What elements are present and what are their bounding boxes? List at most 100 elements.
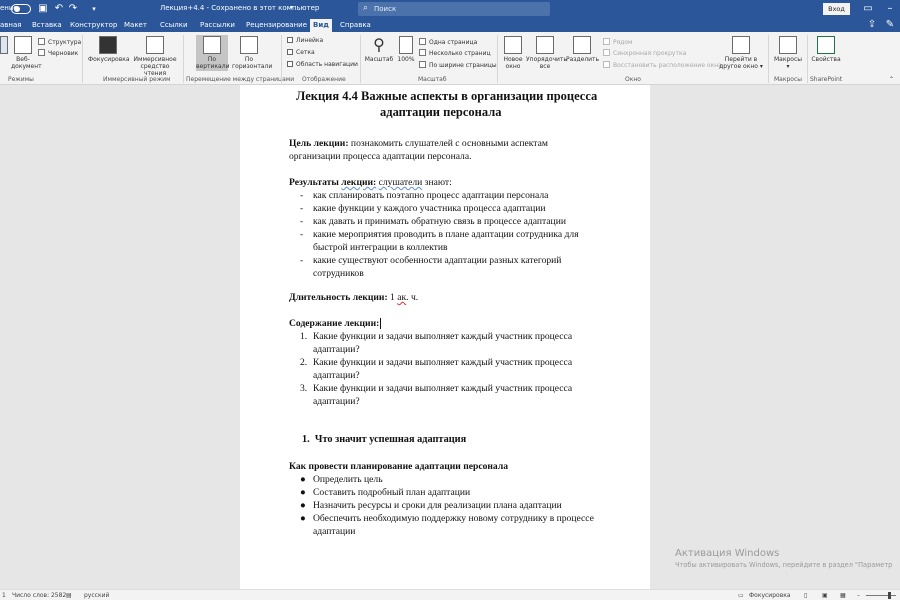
outline-button[interactable]: Структура (38, 38, 81, 46)
group-label-show: Отображение (302, 76, 346, 83)
group-label-sharepoint: SharePoint (810, 76, 843, 83)
results-list-item: какие существуют особенности адаптации р… (313, 255, 562, 266)
page-indicator[interactable]: 1 (2, 592, 6, 599)
content-list-marker: 3. (300, 383, 308, 394)
tab-insert[interactable]: Вставка (32, 21, 62, 29)
grid-checkbox[interactable]: Сетка (287, 49, 315, 56)
results-list-item: сотрудников (313, 268, 364, 279)
page-width-button[interactable]: По ширине страницы (419, 61, 497, 69)
word-count[interactable]: Число слов: 2582 (12, 592, 66, 599)
web-layout-button[interactable]: Веб- документ (11, 36, 42, 70)
results-list-marker: - (300, 216, 304, 227)
search-icon: ⌕ (363, 3, 369, 13)
proofing-icon[interactable]: ▤ (66, 592, 72, 599)
reset-position-button[interactable]: Восстановить расположение окна (603, 61, 722, 69)
content-list-item: адаптации? (313, 370, 360, 381)
nav-pane-checkbox[interactable]: Область навигации (287, 61, 358, 68)
content-list-item: Какие функции и задачи выполняет каждый … (313, 383, 573, 394)
macros-icon (779, 36, 797, 54)
read-mode-icon[interactable]: ▯ (804, 592, 807, 599)
results-list-marker: - (300, 255, 304, 266)
zoom-out-icon[interactable]: – (857, 592, 860, 599)
tab-mailings[interactable]: Рассылки (200, 21, 235, 29)
title-chevron-icon[interactable]: ▾ (290, 4, 293, 11)
zoom-100-icon (399, 36, 413, 54)
tab-help[interactable]: Справка (340, 21, 371, 29)
tab-layout[interactable]: Макет (124, 21, 147, 29)
arrange-all-icon (536, 36, 554, 54)
tab-home[interactable]: авная (0, 21, 22, 29)
macros-button[interactable]: Макросы ▾ (772, 36, 804, 70)
document-page[interactable]: Лекция 4.4 Важные аспекты в организации … (240, 85, 650, 590)
results-list-item: как спланировать поэтапно процесс адапта… (313, 190, 549, 201)
draft-button[interactable]: Черновик (38, 49, 78, 57)
arrange-all-button[interactable]: Упорядочить все (526, 36, 567, 70)
search-box[interactable]: ⌕ Поиск (358, 2, 550, 16)
content-list-item: адаптации? (313, 396, 360, 407)
new-window-button[interactable]: Новое окно (502, 36, 524, 70)
ribbon-display-icon[interactable]: ▭ (862, 3, 874, 15)
minimize-icon[interactable]: – (884, 3, 896, 15)
zoom-100-button[interactable]: 100% (396, 36, 416, 63)
collapse-ribbon-icon[interactable]: ⌃ (889, 76, 894, 83)
tab-view[interactable]: Вид (310, 19, 332, 32)
draft-icon (38, 49, 45, 56)
results-list-marker: - (300, 229, 304, 240)
ruler-checkbox[interactable]: Линейка (287, 37, 323, 44)
title-bar: ение ▣ ↶ ↷ ▾ Лекция+4.4 - Сохранено в эт… (0, 0, 900, 18)
sync-scroll-icon (603, 49, 610, 56)
vertical-button[interactable]: По вертикали (196, 35, 229, 71)
split-button[interactable]: Разделить (566, 36, 599, 63)
group-label-modes: Режимы (8, 76, 34, 83)
bullet-list-item: Назначить ресурсы и сроки для реализации… (313, 500, 562, 511)
results-heading: Результаты лекции: слушатели знают: (289, 177, 452, 188)
group-label-zoom: Масштаб (418, 76, 447, 83)
outline-icon (38, 38, 45, 45)
properties-button[interactable]: Свойства (811, 36, 841, 63)
doc-title-line2: адаптации персонала (380, 105, 502, 119)
sync-scroll-button[interactable]: Синхронная прокрутка (603, 49, 686, 57)
focus-mode-icon[interactable]: ▭ (738, 592, 744, 599)
one-page-button[interactable]: Одна страница (419, 38, 477, 46)
share-icon[interactable]: ⇪ (866, 19, 878, 31)
zoom-button[interactable]: ⚲ Масштаб (364, 36, 394, 64)
windows-activation-watermark: Активация Windows Чтобы активировать Win… (675, 548, 893, 569)
read-mode-button[interactable] (0, 36, 8, 56)
focus-mode-button[interactable]: Фокусировка (749, 592, 791, 599)
tab-review[interactable]: Рецензирование (246, 21, 307, 29)
page-width-icon (419, 61, 426, 68)
focus-button[interactable]: Фокусировка (88, 36, 130, 63)
document-title[interactable]: Лекция+4.4 - Сохранено в этот компьютер (160, 4, 319, 12)
side-by-side-button[interactable]: Рядом (603, 38, 633, 46)
bullet-list-marker: ● (300, 500, 306, 511)
save-icon[interactable]: ▣ (37, 3, 49, 15)
login-button[interactable]: Вход (823, 3, 850, 15)
tab-design[interactable]: Конструктор (70, 21, 117, 29)
multiple-pages-button[interactable]: Несколько страниц (419, 49, 491, 57)
one-page-icon (419, 38, 426, 45)
side-by-side-icon (603, 38, 610, 45)
results-list-item: быстрой интеграции в коллектив (313, 242, 448, 253)
bullet-list-marker: ● (300, 474, 306, 485)
comments-icon[interactable]: ✎ (884, 19, 896, 31)
zoom-slider-thumb[interactable] (888, 592, 891, 599)
results-list-item: как давать и принимать обратную связь в … (313, 216, 566, 227)
language-indicator[interactable]: русский (84, 592, 109, 599)
switch-windows-button[interactable]: Перейти в другое окно ▾ (718, 36, 764, 70)
content-list-item: Какие функции и задачи выполняет каждый … (313, 331, 573, 342)
bullet-list-marker: ● (300, 513, 306, 524)
autosave-toggle[interactable] (11, 4, 31, 14)
goal-paragraph-cont: организации процесса адаптации персонала… (289, 151, 472, 162)
bullet-list-item: Составить подробный план адаптации (313, 487, 471, 498)
horizontal-button[interactable]: По горизонтали (232, 36, 272, 70)
web-layout-status-icon[interactable]: ▦ (840, 592, 846, 599)
redo-icon[interactable]: ↷ (67, 3, 79, 15)
immersive-reader-button[interactable]: Иммерсивное средство чтения (130, 36, 180, 77)
bullet-list-item: Обеспечить необходимую поддержку новому … (313, 513, 594, 524)
tab-references[interactable]: Ссылки (160, 21, 188, 29)
print-layout-icon[interactable]: ▣ (822, 592, 828, 599)
qat-dropdown-icon[interactable]: ▾ (88, 3, 100, 15)
undo-icon[interactable]: ↶ (53, 3, 65, 15)
content-list-marker: 2. (300, 357, 308, 368)
zoom-slider[interactable] (866, 592, 896, 599)
